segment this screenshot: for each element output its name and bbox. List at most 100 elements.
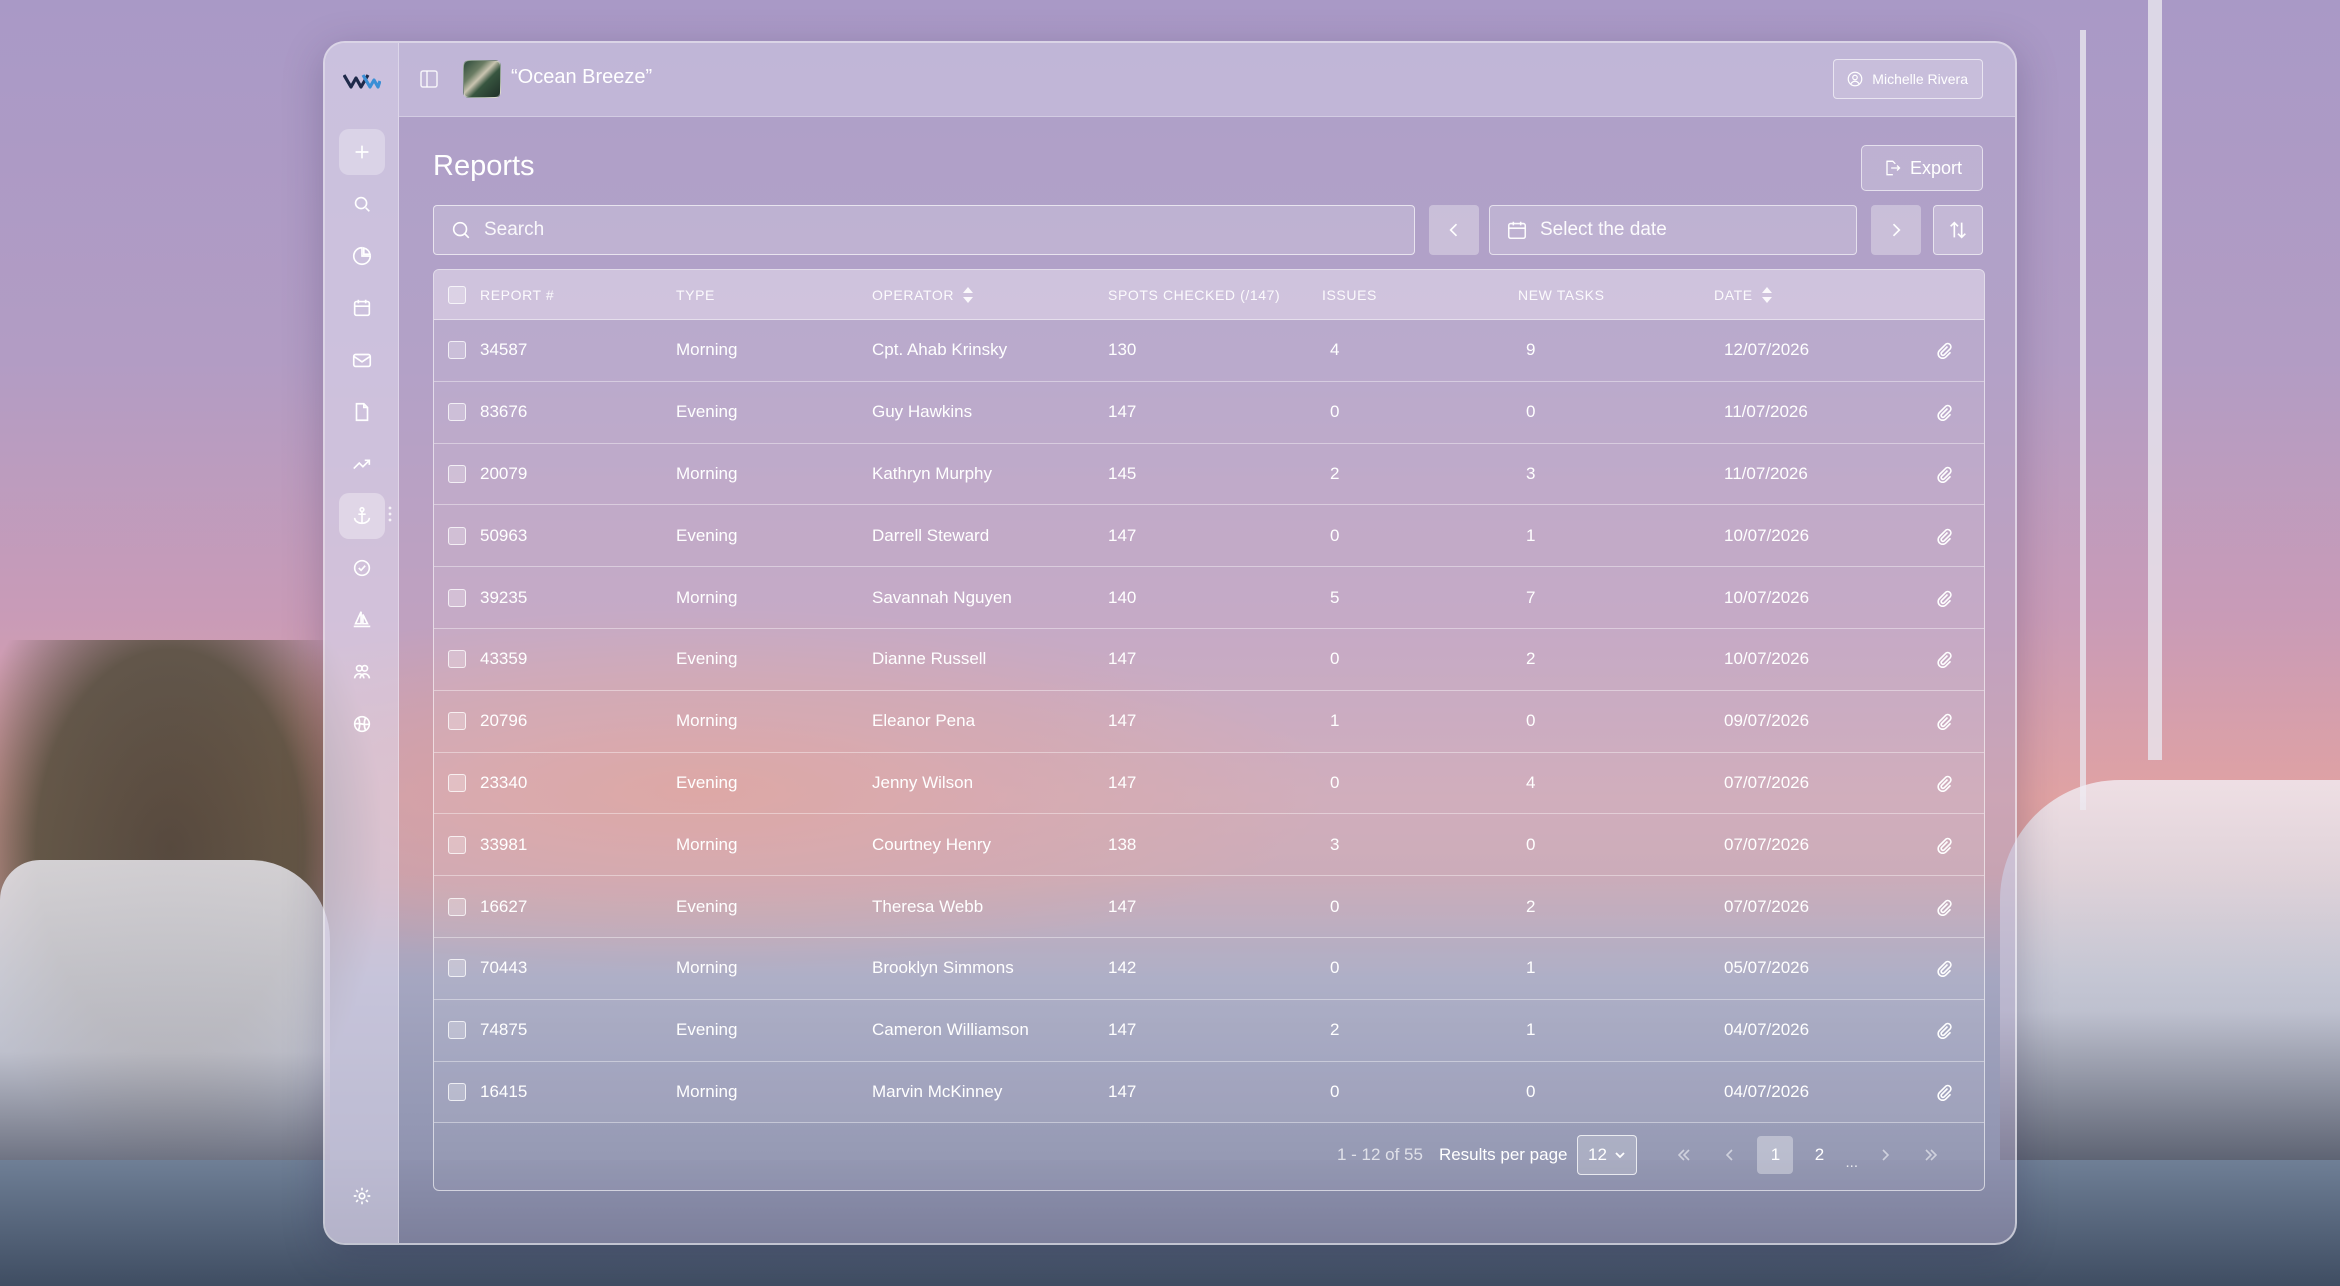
column-issues[interactable]: ISSUES bbox=[1322, 270, 1377, 319]
sidebar-item-tasks[interactable] bbox=[339, 545, 385, 591]
attachment-button[interactable] bbox=[1934, 1082, 1954, 1102]
attachment-button[interactable] bbox=[1934, 958, 1954, 978]
row-checkbox[interactable] bbox=[448, 835, 466, 854]
sidebar-item-messages[interactable] bbox=[339, 337, 385, 383]
sidebar-item-globe[interactable] bbox=[339, 701, 385, 747]
attachment-button[interactable] bbox=[1934, 526, 1954, 546]
table-row[interactable]: 83676 Evening Guy Hawkins 147 0 0 11/07/2026 bbox=[434, 381, 1984, 444]
previous-page-button[interactable] bbox=[1712, 1137, 1748, 1173]
page-1-button[interactable]: 1 bbox=[1757, 1136, 1794, 1174]
table-row[interactable]: 34587 Morning Cpt. Ahab Krinsky 130 4 9 12/07/… bbox=[434, 320, 1984, 382]
cell-type: Morning bbox=[676, 834, 738, 854]
cell-spots-checked: 130 bbox=[1108, 340, 1137, 360]
resize-handle[interactable] bbox=[388, 505, 392, 523]
table-row[interactable]: 20796 Morning Eleanor Pena 147 1 0 09/07/2026 bbox=[434, 690, 1984, 753]
results-per-page-select[interactable]: 12 bbox=[1577, 1135, 1638, 1175]
attachment-button[interactable] bbox=[1934, 711, 1954, 731]
search-field[interactable] bbox=[433, 205, 1415, 255]
row-checkbox[interactable] bbox=[448, 1082, 466, 1101]
attachment-button[interactable] bbox=[1934, 588, 1954, 608]
row-checkbox[interactable] bbox=[448, 526, 466, 545]
next-date-button[interactable] bbox=[1871, 205, 1921, 255]
table-row[interactable]: 74875 Evening Cameron Williamson 147 2 1 04/07… bbox=[434, 999, 1984, 1062]
cell-issues: 2 bbox=[1330, 463, 1340, 483]
table-row[interactable]: 16627 Evening Theresa Webb 147 0 2 07/07/2026 bbox=[434, 876, 1984, 938]
vessel-thumbnail bbox=[463, 60, 501, 98]
date-picker[interactable]: Select the date bbox=[1489, 205, 1857, 255]
sidebar-item-settings[interactable] bbox=[339, 1173, 385, 1219]
cell-type: Morning bbox=[676, 463, 738, 483]
cell-type: Evening bbox=[676, 896, 738, 916]
row-checkbox[interactable] bbox=[448, 959, 466, 978]
table-row[interactable]: 16415 Morning Marvin McKinney 147 0 0 04/07/20… bbox=[434, 1061, 1984, 1124]
row-checkbox[interactable] bbox=[448, 464, 466, 483]
check-circle-icon bbox=[353, 559, 371, 577]
cell-report-number: 33981 bbox=[480, 834, 528, 854]
first-page-button[interactable] bbox=[1666, 1137, 1702, 1173]
sidebar-item-documents[interactable] bbox=[339, 389, 385, 435]
table-row[interactable]: 39235 Morning Savannah Nguyen 140 5 7 10/07/20… bbox=[434, 567, 1984, 629]
sidebar-item-reports[interactable] bbox=[339, 493, 385, 539]
cell-report-number: 16415 bbox=[480, 1081, 528, 1101]
add-button[interactable] bbox=[339, 129, 385, 175]
column-type[interactable]: TYPE bbox=[676, 270, 715, 319]
attachment-button[interactable] bbox=[1934, 649, 1954, 669]
attachment-icon bbox=[1937, 714, 1952, 731]
row-checkbox[interactable] bbox=[448, 588, 466, 607]
column-date[interactable]: DATE bbox=[1714, 270, 1773, 319]
export-button[interactable]: Export bbox=[1861, 145, 1983, 191]
attachment-button[interactable] bbox=[1934, 773, 1954, 793]
attachment-button[interactable] bbox=[1934, 897, 1954, 917]
previous-date-button[interactable] bbox=[1429, 205, 1479, 255]
row-checkbox[interactable] bbox=[448, 712, 466, 731]
table-row[interactable]: 43359 Evening Dianne Russell 147 0 2 10/07/202… bbox=[434, 628, 1984, 691]
row-checkbox[interactable] bbox=[448, 341, 466, 360]
table-row[interactable]: 23340 Evening Jenny Wilson 147 0 4 07/07/2026 bbox=[434, 752, 1984, 815]
table-row[interactable]: 50963 Evening Darrell Steward 147 0 1 10/07/20… bbox=[434, 505, 1984, 568]
sort-order-button[interactable] bbox=[1933, 205, 1983, 255]
attachment-button[interactable] bbox=[1934, 340, 1954, 360]
cell-date: 04/07/2026 bbox=[1724, 1081, 1810, 1101]
attachment-icon bbox=[1937, 590, 1952, 607]
sidebar-item-vessels[interactable] bbox=[339, 597, 385, 643]
cell-date: 10/07/2026 bbox=[1724, 649, 1810, 669]
row-checkbox[interactable] bbox=[448, 1021, 466, 1040]
cell-date: 07/07/2026 bbox=[1724, 772, 1810, 792]
next-page-button[interactable] bbox=[1867, 1137, 1903, 1173]
user-menu-button[interactable]: Michelle Rivera bbox=[1833, 59, 1983, 99]
sidebar-toggle-icon[interactable] bbox=[419, 69, 439, 89]
vessel-name: “Ocean Breeze” bbox=[511, 66, 653, 88]
sidebar-item-analytics[interactable] bbox=[339, 233, 385, 279]
cell-spots-checked: 147 bbox=[1108, 896, 1137, 916]
attachment-button[interactable] bbox=[1934, 464, 1954, 484]
search-input[interactable] bbox=[484, 219, 1384, 241]
cell-type: Evening bbox=[676, 772, 738, 792]
page-2-button[interactable]: 2 bbox=[1801, 1136, 1837, 1174]
column-report[interactable]: REPORT # bbox=[480, 270, 554, 319]
calendar-icon bbox=[353, 299, 371, 317]
last-page-button[interactable] bbox=[1913, 1137, 1949, 1173]
column-operator[interactable]: OPERATOR bbox=[872, 270, 974, 319]
table-row[interactable]: 20079 Morning Kathryn Murphy 145 2 3 11/07/202… bbox=[434, 443, 1984, 506]
attachment-icon bbox=[1937, 775, 1952, 792]
cell-issues: 0 bbox=[1330, 1081, 1340, 1101]
column-new-tasks[interactable]: NEW TASKS bbox=[1518, 270, 1605, 319]
row-checkbox[interactable] bbox=[448, 897, 466, 916]
attachment-button[interactable] bbox=[1934, 1020, 1954, 1040]
attachment-button[interactable] bbox=[1934, 835, 1954, 855]
attachment-button[interactable] bbox=[1934, 402, 1954, 422]
row-checkbox[interactable] bbox=[448, 650, 466, 669]
row-checkbox[interactable] bbox=[448, 403, 466, 422]
sidebar-item-search[interactable] bbox=[339, 181, 385, 227]
column-spots-checked[interactable]: SPOTS CHECKED (/147) bbox=[1108, 270, 1280, 319]
row-checkbox[interactable] bbox=[448, 773, 466, 792]
sort-icon bbox=[963, 286, 974, 303]
plus-icon bbox=[355, 145, 369, 159]
table-row[interactable]: 33981 Morning Courtney Henry 138 3 0 07/07/202… bbox=[434, 814, 1984, 877]
trending-up-icon bbox=[353, 459, 371, 470]
sidebar-item-crew[interactable] bbox=[339, 649, 385, 695]
sidebar-item-calendar[interactable] bbox=[339, 285, 385, 331]
table-row[interactable]: 70443 Morning Brooklyn Simmons 142 0 1 05/07/2… bbox=[434, 937, 1984, 1000]
sidebar-item-trends[interactable] bbox=[339, 441, 385, 487]
select-all-checkbox[interactable] bbox=[448, 285, 466, 304]
